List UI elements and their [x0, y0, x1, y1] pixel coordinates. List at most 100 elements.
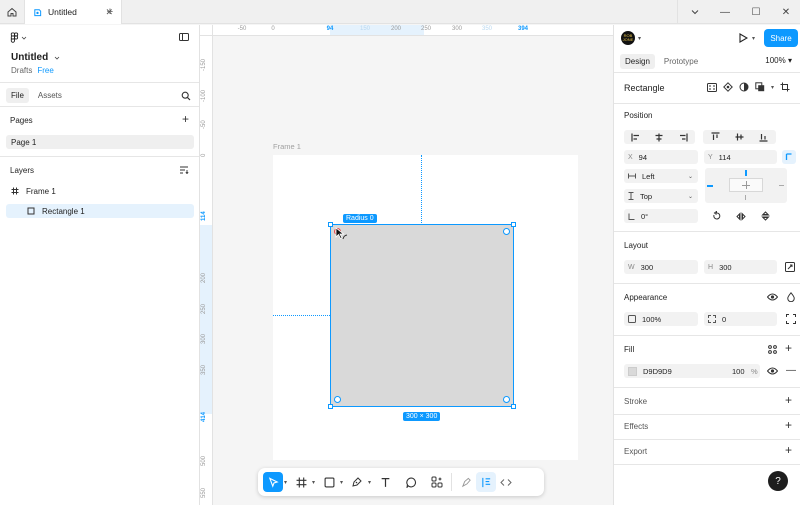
resize-to-fit-icon[interactable]: [785, 262, 795, 272]
resize-handle-top-right[interactable]: [511, 222, 516, 227]
opacity-field[interactable]: 100%: [624, 312, 698, 326]
tab-design[interactable]: Design: [620, 54, 655, 69]
chevron-down-icon[interactable]: ▾: [752, 35, 755, 42]
align-right-icon[interactable]: [678, 133, 688, 142]
design-mode-button[interactable]: [476, 472, 497, 492]
avatar[interactable]: ROB JONE: [621, 31, 635, 45]
constraint-left-line[interactable]: [707, 185, 713, 187]
align-center-horizontal-icon[interactable]: [654, 133, 664, 142]
file-location: Drafts Free: [11, 66, 54, 75]
flip-horizontal-icon[interactable]: [735, 212, 746, 221]
minimize-button[interactable]: —: [709, 0, 741, 24]
layer-row[interactable]: Frame 1: [6, 184, 194, 198]
horizontal-constraint-dropdown[interactable]: Left ⌄: [624, 169, 698, 183]
present-play-icon[interactable]: [738, 33, 748, 43]
radius-handle-top-right[interactable]: [503, 228, 510, 235]
align-middle-icon[interactable]: [735, 132, 744, 142]
canvas[interactable]: Frame 1 Radius 0 300 × 300 ▾ ▾ ▾ ▾: [213, 37, 613, 505]
close-window-button[interactable]: ✕: [770, 0, 800, 24]
fill-swatch[interactable]: [628, 366, 637, 376]
text-tool-button[interactable]: [375, 472, 395, 492]
rotation-icon: [628, 213, 635, 220]
page-item[interactable]: Page 1: [6, 135, 194, 149]
layer-row-selected[interactable]: Rectangle 1: [6, 204, 194, 218]
home-button[interactable]: [0, 0, 24, 24]
tab-prototype[interactable]: Prototype: [659, 54, 703, 69]
radius-handle-bottom-right[interactable]: [503, 396, 510, 403]
add-effect-button[interactable]: +: [785, 418, 792, 432]
chevron-down-icon[interactable]: ▾: [340, 479, 343, 486]
independent-corners-icon[interactable]: [786, 314, 796, 324]
constraint-center-v[interactable]: [746, 181, 747, 189]
add-export-button[interactable]: +: [785, 443, 792, 457]
crop-icon[interactable]: [780, 82, 790, 92]
constraint-bottom-line[interactable]: [745, 195, 746, 200]
component-grid-icon[interactable]: [707, 82, 717, 92]
window-menu-button[interactable]: [679, 0, 711, 24]
resize-handle-top-left[interactable]: [328, 222, 333, 227]
align-bottom-icon[interactable]: [759, 132, 768, 142]
pen-tool-button[interactable]: [347, 472, 367, 492]
actions-tool-button[interactable]: [427, 472, 447, 492]
height-field[interactable]: H 300: [704, 260, 777, 274]
toggle-panel-icon[interactable]: [179, 33, 189, 41]
frame-label[interactable]: Frame 1: [273, 142, 301, 151]
resize-handle-bottom-right[interactable]: [511, 404, 516, 409]
chevron-down-icon[interactable]: ▾: [638, 35, 641, 42]
vertical-constraint-dropdown[interactable]: Top ⌄: [624, 189, 698, 203]
radius-handle-bottom-left[interactable]: [334, 396, 341, 403]
eye-icon[interactable]: [767, 367, 778, 375]
move-tool-button[interactable]: [263, 472, 283, 492]
selected-rectangle[interactable]: [330, 224, 514, 407]
width-field[interactable]: W 300: [624, 260, 698, 274]
align-left-icon[interactable]: [631, 133, 641, 142]
tab-assets[interactable]: Assets: [33, 88, 67, 103]
fill-color-field[interactable]: D9D9D9 100 %: [624, 364, 760, 378]
add-page-button[interactable]: +: [182, 112, 189, 126]
rotation-field[interactable]: 0°: [624, 209, 698, 223]
x-field[interactable]: X 94: [624, 150, 698, 164]
tab-file[interactable]: File: [6, 88, 29, 103]
maximize-button[interactable]: ☐: [740, 0, 772, 24]
constraints-toggle[interactable]: [782, 150, 796, 164]
drafts-link[interactable]: Drafts: [11, 66, 32, 75]
dev-mode-button[interactable]: [496, 472, 516, 492]
resize-handle-bottom-left[interactable]: [328, 404, 333, 409]
remove-fill-button[interactable]: —: [786, 365, 796, 376]
frame-icon: [296, 477, 306, 487]
draw-mode-button[interactable]: [456, 472, 476, 492]
main-menu-button[interactable]: [10, 32, 27, 43]
add-fill-button[interactable]: +: [785, 341, 792, 355]
layers-sort-icon[interactable]: [179, 166, 189, 174]
new-tab-button[interactable]: +: [102, 0, 118, 24]
constraint-widget[interactable]: [705, 168, 787, 203]
chevron-down-icon[interactable]: ▾: [771, 84, 774, 91]
file-name-menu[interactable]: Untitled: [11, 52, 60, 63]
search-icon[interactable]: [181, 91, 191, 101]
flip-vertical-icon[interactable]: [761, 211, 770, 221]
chevron-down-icon[interactable]: ▾: [284, 479, 287, 486]
rotate-icon[interactable]: [712, 211, 721, 221]
boolean-icon[interactable]: [755, 82, 765, 92]
plan-badge[interactable]: Free: [37, 66, 53, 75]
zoom-dropdown[interactable]: 100% ▾: [765, 56, 792, 65]
blend-mode-icon[interactable]: [787, 292, 795, 302]
corner-radius-field[interactable]: 0: [704, 312, 777, 326]
constraint-right-line[interactable]: [779, 185, 784, 186]
add-stroke-button[interactable]: +: [785, 393, 792, 407]
chevron-down-icon[interactable]: ▾: [312, 479, 315, 486]
styles-grid-icon[interactable]: [768, 345, 777, 354]
share-button[interactable]: Share: [764, 29, 798, 47]
shape-tool-button[interactable]: [319, 472, 339, 492]
cursor-arrow-icon: [268, 476, 279, 488]
y-field[interactable]: Y 114: [704, 150, 777, 164]
eye-icon[interactable]: [767, 293, 778, 301]
chevron-down-icon[interactable]: ▾: [368, 479, 371, 486]
mask-icon[interactable]: [739, 82, 749, 92]
frame-tool-button[interactable]: [291, 472, 311, 492]
constraint-top-line[interactable]: [745, 170, 747, 176]
help-button[interactable]: ?: [768, 471, 788, 491]
component-icon[interactable]: [723, 82, 733, 92]
align-top-icon[interactable]: [711, 132, 720, 142]
comment-tool-button[interactable]: [401, 472, 421, 492]
